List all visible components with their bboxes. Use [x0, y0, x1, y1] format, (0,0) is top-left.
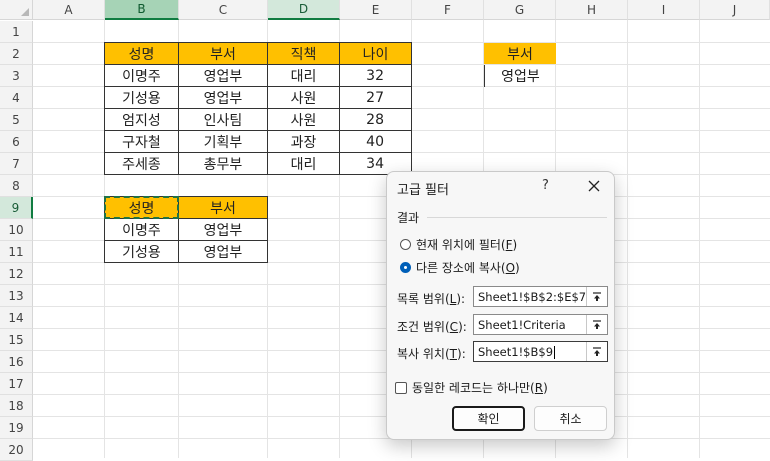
text-cursor — [554, 345, 556, 359]
cell-c9[interactable]: 부서 — [179, 196, 268, 219]
cell-c7[interactable]: 총무부 — [179, 153, 268, 175]
radio-copy-to-other-label: 다른 장소에 복사(O) — [416, 261, 520, 275]
row-header-3[interactable]: 3 — [0, 65, 33, 87]
cell-b6[interactable]: 구자철 — [104, 131, 179, 153]
cell-d6[interactable]: 과장 — [268, 131, 340, 153]
collapse-arrow-icon — [593, 291, 601, 301]
radio-filter-in-place[interactable]: 현재 위치에 필터(F) — [400, 236, 517, 253]
collapse-arrow-icon — [593, 319, 601, 329]
radio-circle-icon[interactable] — [400, 239, 411, 250]
cell-d3[interactable]: 대리 — [268, 65, 340, 87]
cell-b5[interactable]: 엄지성 — [104, 109, 179, 131]
copy-to-input[interactable]: Sheet1!$B$9 — [474, 345, 586, 359]
cell-c6[interactable]: 기획부 — [179, 131, 268, 153]
criteria-range-label: 조건 범위(C): — [397, 320, 467, 334]
cell-d5[interactable]: 사원 — [268, 109, 340, 131]
list-range-input[interactable]: Sheet1!$B$2:$E$7 — [474, 290, 586, 304]
copy-to-field[interactable]: Sheet1!$B$9 — [473, 341, 608, 362]
copy-marquee — [104, 196, 179, 219]
cell-c5[interactable]: 인사팀 — [179, 109, 268, 131]
unique-records-checkbox[interactable]: 동일한 레코드는 하나만(R) — [395, 379, 548, 396]
cell-g2[interactable]: 부서 — [484, 43, 556, 64]
cell-b11[interactable]: 기성용 — [104, 241, 179, 263]
criteria-range-input[interactable]: Sheet1!Criteria — [474, 318, 586, 332]
row-header-6[interactable]: 6 — [0, 131, 33, 153]
cell-e3[interactable]: 32 — [340, 65, 412, 87]
cell-d4[interactable]: 사원 — [268, 87, 340, 109]
unique-records-label: 동일한 레코드는 하나만(R) — [412, 381, 548, 395]
collapse-dialog-button[interactable] — [586, 287, 607, 306]
row-header-13[interactable]: 13 — [0, 285, 33, 307]
select-all-triangle-icon — [21, 8, 29, 16]
collapse-arrow-icon — [593, 346, 601, 356]
cell-e6[interactable]: 40 — [340, 131, 412, 153]
row-header-18[interactable]: 18 — [0, 395, 33, 417]
row-header-7[interactable]: 7 — [0, 153, 33, 175]
column-header-g[interactable]: G — [484, 0, 556, 20]
cell-g3[interactable]: 영업부 — [484, 65, 556, 87]
row-header-9[interactable]: 9 — [0, 197, 33, 219]
cell-e4[interactable]: 27 — [340, 87, 412, 109]
column-header-e[interactable]: E — [340, 0, 412, 20]
row-header-8[interactable]: 8 — [0, 175, 33, 197]
column-header-j[interactable]: J — [700, 0, 770, 20]
column-header-b[interactable]: B — [105, 0, 179, 20]
cell-e5[interactable]: 28 — [340, 109, 412, 131]
select-all-corner[interactable] — [0, 0, 33, 20]
row-header-2[interactable]: 2 — [0, 43, 33, 65]
column-header-f[interactable]: F — [412, 0, 484, 20]
cell-c10[interactable]: 영업부 — [179, 219, 268, 241]
column-header-h[interactable]: H — [556, 0, 628, 20]
cell-c11[interactable]: 영업부 — [179, 241, 268, 263]
row-header-4[interactable]: 4 — [0, 87, 33, 109]
section-divider — [427, 217, 607, 218]
radio-filter-in-place-label: 현재 위치에 필터(F) — [416, 238, 518, 252]
criteria-range-field[interactable]: Sheet1!Criteria — [473, 314, 608, 335]
collapse-dialog-button[interactable] — [586, 342, 607, 361]
ok-button[interactable]: 확인 — [452, 406, 525, 431]
row-header-17[interactable]: 17 — [0, 373, 33, 395]
cell-b7[interactable]: 주세종 — [104, 153, 179, 175]
cell-d7[interactable]: 대리 — [268, 153, 340, 175]
row-header-10[interactable]: 10 — [0, 219, 33, 241]
cell-b3[interactable]: 이명주 — [104, 65, 179, 87]
collapse-dialog-button[interactable] — [586, 315, 607, 334]
advanced-filter-dialog: 고급 필터 ? 결과 현재 위치에 필터(F) 다른 장소에 복사(O) 목록 … — [386, 171, 615, 440]
help-button[interactable]: ? — [542, 178, 549, 193]
cell-b10[interactable]: 이명주 — [104, 219, 179, 241]
close-icon — [588, 180, 600, 192]
column-header-c[interactable]: C — [179, 0, 268, 20]
row-header-11[interactable]: 11 — [0, 241, 33, 263]
cell-c3[interactable]: 영업부 — [179, 65, 268, 87]
column-header-a[interactable]: A — [33, 0, 105, 20]
radio-copy-to-other[interactable]: 다른 장소에 복사(O) — [400, 259, 520, 276]
row-header-12[interactable]: 12 — [0, 263, 33, 285]
dialog-title: 고급 필터 — [397, 183, 449, 198]
row-header-5[interactable]: 5 — [0, 109, 33, 131]
cancel-button[interactable]: 취소 — [534, 406, 607, 431]
checkbox-icon[interactable] — [395, 381, 407, 394]
result-section-label: 결과 — [397, 211, 420, 225]
cell-e2[interactable]: 나이 — [340, 42, 412, 65]
cell-b2[interactable]: 성명 — [104, 42, 179, 65]
list-range-field[interactable]: Sheet1!$B$2:$E$7 — [473, 286, 608, 307]
column-header-i[interactable]: I — [628, 0, 700, 20]
list-range-label: 목록 범위(L): — [397, 292, 466, 306]
copy-to-label: 복사 위치(T): — [397, 347, 466, 361]
cell-c2[interactable]: 부서 — [179, 42, 268, 65]
cell-d2[interactable]: 직책 — [268, 42, 340, 65]
row-header-16[interactable]: 16 — [0, 351, 33, 373]
radio-selected-icon[interactable] — [400, 262, 411, 273]
column-header-d[interactable]: D — [268, 0, 340, 20]
close-button[interactable] — [584, 176, 604, 196]
spreadsheet-grid[interactable]: A B C D E F G H I J 1 2 3 4 5 6 7 8 9 10… — [0, 0, 770, 461]
cell-b4[interactable]: 기성용 — [104, 87, 179, 109]
row-header-1[interactable]: 1 — [0, 21, 33, 43]
row-header-15[interactable]: 15 — [0, 329, 33, 351]
row-header-14[interactable]: 14 — [0, 307, 33, 329]
cell-c4[interactable]: 영업부 — [179, 87, 268, 109]
row-header-19[interactable]: 19 — [0, 417, 33, 439]
